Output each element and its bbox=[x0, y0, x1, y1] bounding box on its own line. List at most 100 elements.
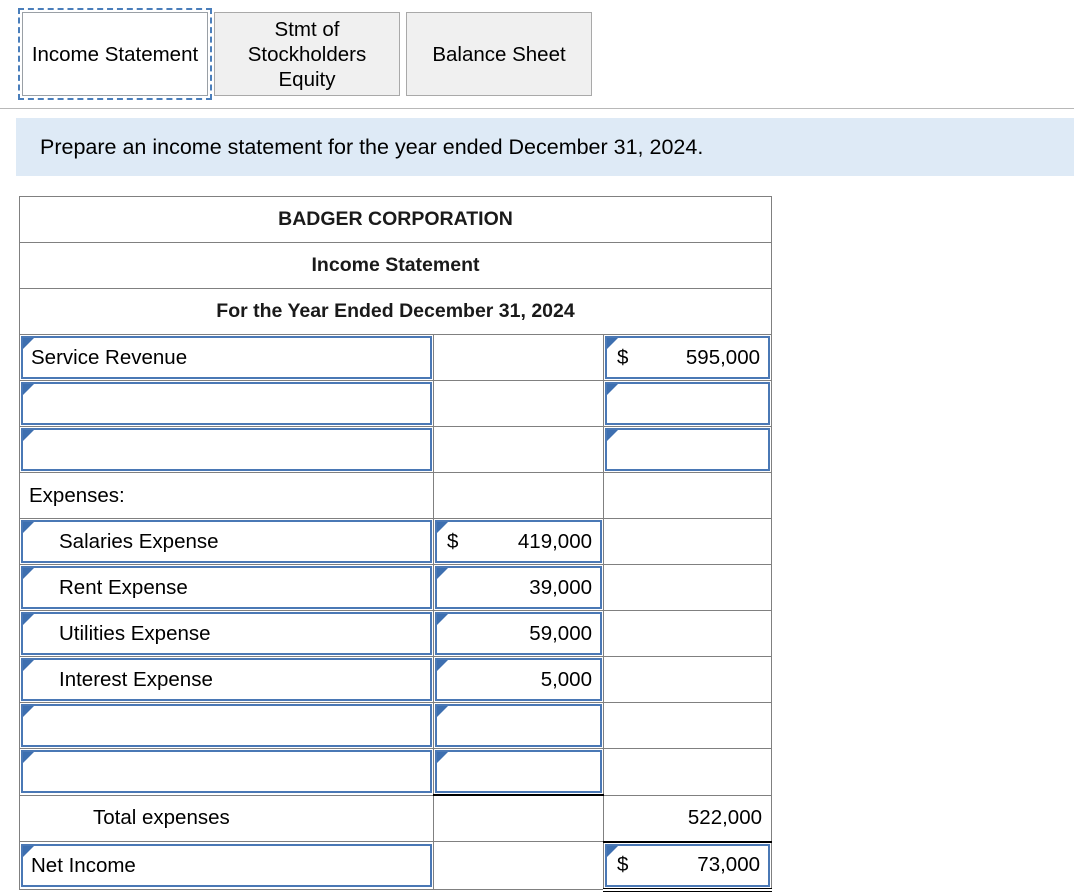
row-label-cell bbox=[19, 748, 434, 796]
dropdown-triangle-icon bbox=[23, 338, 34, 349]
table-row: Rent Expense 39,000 bbox=[19, 564, 772, 611]
amount-input-mid-5[interactable]: 39,000 bbox=[435, 566, 602, 609]
amount-input-right-2[interactable] bbox=[605, 428, 770, 471]
tab-stmt-of-stockholders-equity[interactable]: Stmt of Stockholders Equity bbox=[214, 12, 400, 96]
label-select-0[interactable]: Service Revenue bbox=[21, 336, 432, 379]
statement-header-row-title: Income Statement bbox=[19, 242, 772, 289]
dropdown-triangle-icon bbox=[437, 660, 448, 671]
amount-mid-7: 5,000 bbox=[540, 667, 592, 691]
row-mid-cell bbox=[433, 702, 604, 749]
row-mid-cell: 5,000 bbox=[433, 656, 604, 703]
row-label-cell: Utilities Expense bbox=[19, 610, 434, 657]
amount-input-mid-9[interactable] bbox=[435, 750, 602, 793]
row-label-5: Rent Expense bbox=[59, 575, 188, 599]
amount-input-mid-6[interactable]: 59,000 bbox=[435, 612, 602, 655]
label-select-11[interactable]: Net Income bbox=[21, 844, 432, 887]
tab-stmt-of-stockholders-equity-label: Stmt of Stockholders Equity bbox=[247, 17, 367, 91]
dropdown-triangle-icon bbox=[23, 430, 34, 441]
row-label-7: Interest Expense bbox=[59, 667, 213, 691]
row-mid-cell bbox=[433, 794, 604, 842]
row-label-cell: Total expenses bbox=[19, 794, 434, 842]
currency-symbol-mid-4: $ bbox=[447, 529, 459, 553]
label-select-2[interactable] bbox=[21, 428, 432, 471]
dropdown-triangle-icon bbox=[23, 614, 34, 625]
table-row: Net Income $ 73,000 bbox=[19, 841, 772, 892]
row-right-cell: $ 595,000 bbox=[603, 334, 772, 381]
row-label-0: Service Revenue bbox=[31, 345, 188, 369]
tab-balance-sheet-label: Balance Sheet bbox=[432, 42, 566, 66]
amount-input-right-11[interactable]: $ 73,000 bbox=[605, 843, 770, 887]
row-label-6: Utilities Expense bbox=[59, 621, 211, 645]
label-select-6[interactable]: Utilities Expense bbox=[21, 612, 432, 655]
dropdown-triangle-icon bbox=[607, 384, 618, 395]
row-label-cell bbox=[19, 702, 434, 749]
label-select-8[interactable] bbox=[21, 704, 432, 747]
row-right-cell bbox=[603, 426, 772, 473]
statement-title: Income Statement bbox=[19, 242, 772, 289]
label-static-10: Total expenses bbox=[21, 797, 432, 840]
table-row: Salaries Expense $ 419,000 bbox=[19, 518, 772, 565]
dropdown-triangle-icon bbox=[437, 706, 448, 717]
amount-static-right-10: 522,000 bbox=[605, 797, 770, 840]
currency-symbol-right-11: $ bbox=[617, 853, 629, 876]
dropdown-triangle-icon bbox=[437, 522, 448, 533]
row-right-cell: 522,000 bbox=[603, 794, 772, 843]
amount-mid-6: 59,000 bbox=[529, 621, 592, 645]
label-select-1[interactable] bbox=[21, 382, 432, 425]
amount-input-mid-7[interactable]: 5,000 bbox=[435, 658, 602, 701]
table-row bbox=[19, 380, 772, 427]
amount-mid-5: 39,000 bbox=[529, 575, 592, 599]
table-row: Service Revenue $ 595,000 bbox=[19, 334, 772, 381]
table-row bbox=[19, 748, 772, 796]
row-right-cell bbox=[603, 518, 772, 565]
row-right-cell bbox=[603, 472, 772, 519]
row-label-cell: Expenses: bbox=[19, 472, 434, 519]
label-select-4[interactable]: Salaries Expense bbox=[21, 520, 432, 563]
dropdown-triangle-icon bbox=[437, 752, 448, 763]
amount-input-mid-4[interactable]: $ 419,000 bbox=[435, 520, 602, 563]
row-mid-cell bbox=[433, 841, 604, 890]
row-label-cell: Interest Expense bbox=[19, 656, 434, 703]
row-right-cell bbox=[603, 748, 772, 796]
amount-right-11: 73,000 bbox=[697, 853, 760, 876]
dropdown-triangle-icon bbox=[437, 568, 448, 579]
row-label-10: Total expenses bbox=[93, 806, 230, 830]
row-label-cell: Rent Expense bbox=[19, 564, 434, 611]
row-label-4: Salaries Expense bbox=[59, 529, 219, 553]
row-label-cell: Salaries Expense bbox=[19, 518, 434, 565]
amount-right-0: 595,000 bbox=[685, 345, 760, 369]
row-mid-cell: 59,000 bbox=[433, 610, 604, 657]
tab-strip: Income Statement Stmt of Stockholders Eq… bbox=[0, 0, 1074, 110]
dropdown-triangle-icon bbox=[23, 660, 34, 671]
row-mid-cell bbox=[433, 334, 604, 381]
label-select-5[interactable]: Rent Expense bbox=[21, 566, 432, 609]
row-right-cell: $ 73,000 bbox=[603, 841, 772, 892]
statement-period: For the Year Ended December 31, 2024 bbox=[19, 288, 772, 335]
table-row bbox=[19, 426, 772, 473]
amount-input-mid-8[interactable] bbox=[435, 704, 602, 747]
dropdown-triangle-icon bbox=[607, 845, 618, 857]
label-select-9[interactable] bbox=[21, 750, 432, 794]
dropdown-triangle-icon bbox=[23, 522, 34, 533]
row-mid-cell bbox=[433, 426, 604, 473]
statement-header-row-company: BADGER CORPORATION bbox=[19, 196, 772, 243]
dropdown-triangle-icon bbox=[23, 846, 34, 857]
table-row: Expenses: bbox=[19, 472, 772, 519]
tab-income-statement[interactable]: Income Statement bbox=[18, 8, 212, 100]
tab-strip-divider bbox=[0, 108, 1074, 109]
row-right-cell bbox=[603, 656, 772, 703]
row-mid-cell: $ 419,000 bbox=[433, 518, 604, 565]
row-label-11: Net Income bbox=[31, 853, 136, 877]
dropdown-triangle-icon bbox=[607, 338, 618, 349]
statement-header-row-period: For the Year Ended December 31, 2024 bbox=[19, 288, 772, 335]
dropdown-triangle-icon bbox=[23, 384, 34, 395]
row-label-cell bbox=[19, 426, 434, 473]
table-row: Total expenses 522,000 bbox=[19, 794, 772, 843]
dropdown-triangle-icon bbox=[607, 430, 618, 441]
tab-balance-sheet[interactable]: Balance Sheet bbox=[406, 12, 592, 96]
amount-input-right-0[interactable]: $ 595,000 bbox=[605, 336, 770, 379]
label-select-7[interactable]: Interest Expense bbox=[21, 658, 432, 701]
amount-input-right-1[interactable] bbox=[605, 382, 770, 425]
instruction-text: Prepare an income statement for the year… bbox=[40, 134, 704, 159]
row-label-cell: Net Income bbox=[19, 841, 434, 890]
